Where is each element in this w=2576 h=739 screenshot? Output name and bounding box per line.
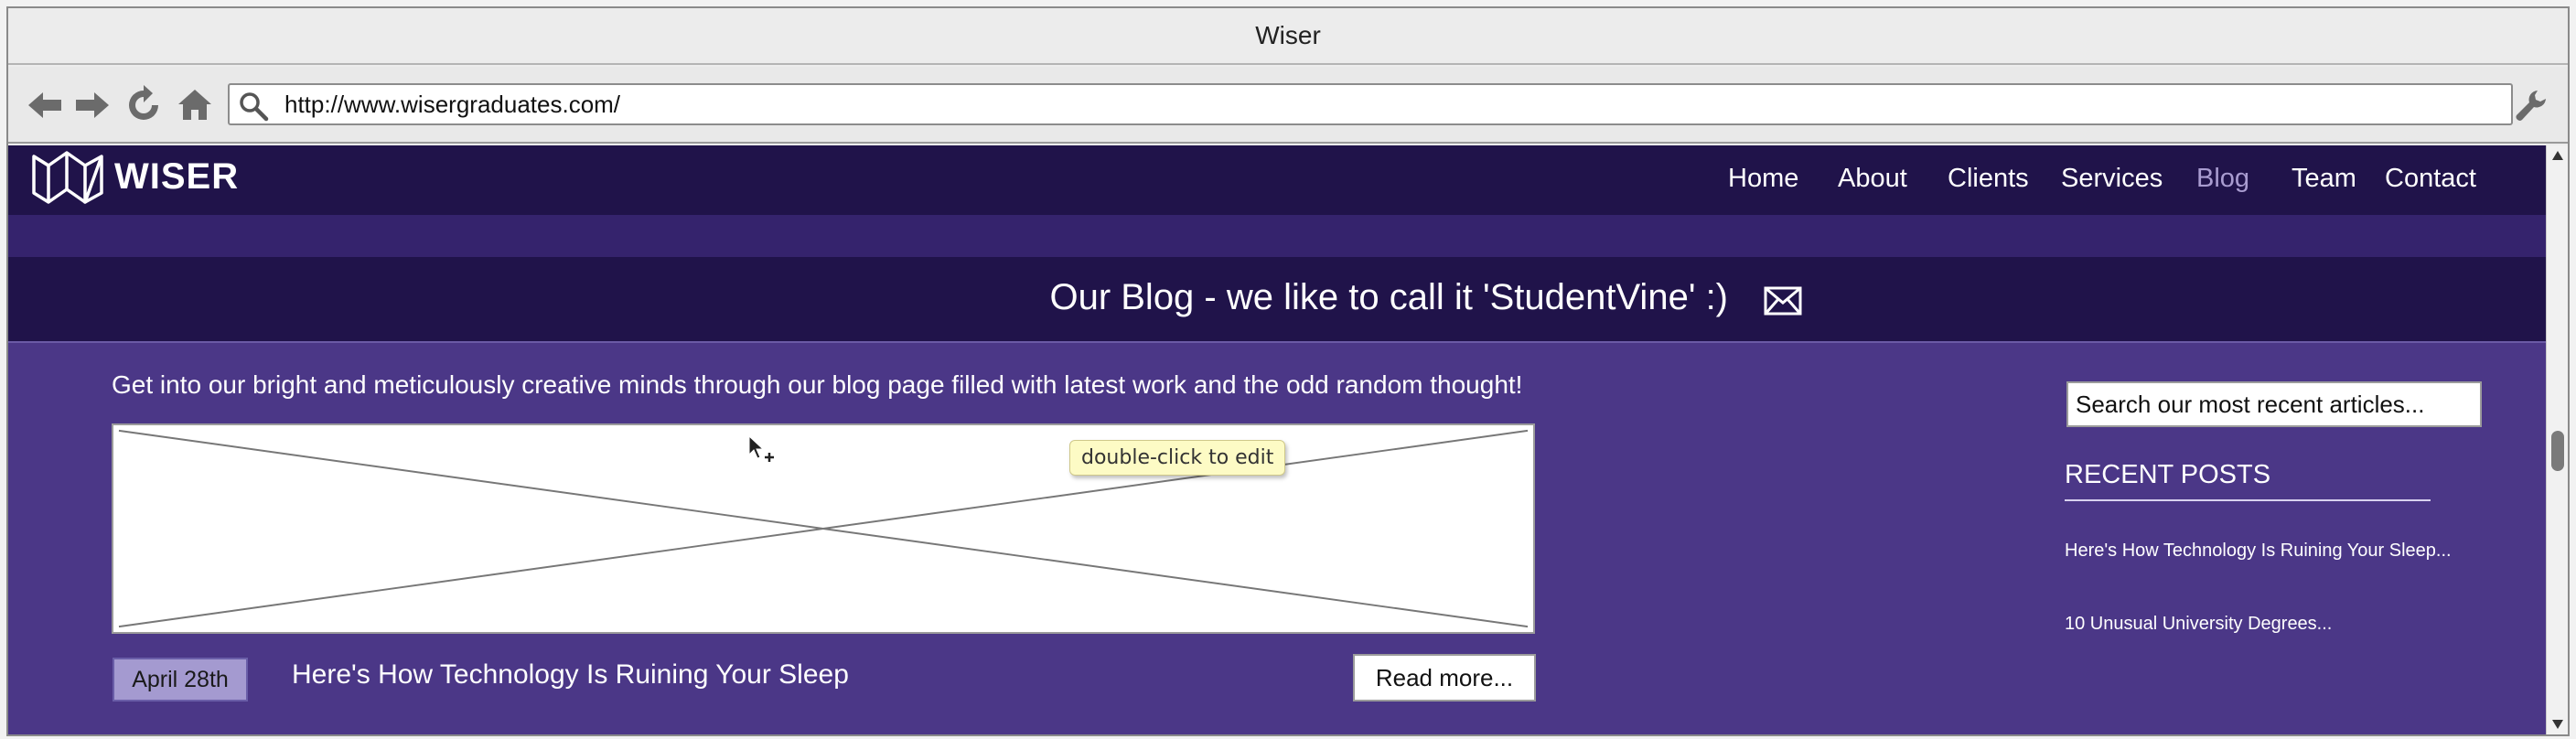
image-placeholder-cross [118,429,1529,628]
blog-title: Our Blog - we like to call it 'StudentVi… [1049,277,1728,317]
image-placeholder[interactable] [112,423,1535,634]
nav-services[interactable]: Services [2061,164,2163,194]
recent-post-link[interactable]: 10 Unusual University Degrees... [2065,614,2332,635]
site-header: WISER Home About Clients Services Blog T… [8,145,2548,215]
edit-tooltip: double-click to edit [1069,440,1286,476]
home-icon[interactable] [175,85,215,125]
read-more-button[interactable]: Read more... [1353,654,1536,702]
blog-title-bar: Our Blog - we like to call it 'StudentVi… [8,257,2548,343]
scrollbar-thumb[interactable] [2551,431,2564,471]
window-title: Wiser [1255,21,1321,49]
page-viewport: WISER Home About Clients Services Blog T… [8,145,2548,734]
mail-icon[interactable] [1763,283,1803,319]
nav-about[interactable]: About [1838,164,1907,194]
cursor-plus-icon [748,434,774,462]
recent-post-link[interactable]: Here's How Technology Is Ruining Your Sl… [2065,541,2452,562]
scroll-up-arrow-icon[interactable] [2550,149,2565,162]
header-band [8,215,2548,257]
address-bar[interactable] [228,83,2513,125]
wrench-icon[interactable] [2513,87,2549,123]
recent-posts-divider [2065,499,2431,501]
window-titlebar: Wiser [8,8,2568,65]
nav-home[interactable]: Home [1728,164,1798,194]
post-title[interactable]: Here's How Technology Is Ruining Your Sl… [292,659,849,691]
forward-arrow-icon[interactable] [72,85,113,125]
site-logo[interactable]: WISER [30,149,239,204]
recent-posts-heading: RECENT POSTS [2065,460,2271,489]
article-search-input[interactable] [2066,381,2482,427]
nav-team[interactable]: Team [2292,164,2356,194]
browser-window: Wiser http://www.wisergraduates.com/ WIS… [6,6,2570,736]
blog-intro: Get into our bright and meticulously cre… [112,370,1523,399]
browser-toolbar [8,67,2568,144]
back-arrow-icon[interactable] [25,85,65,125]
nav-clients[interactable]: Clients [1948,164,2029,194]
search-icon [240,92,269,122]
post-date-badge: April 28th [113,658,248,702]
scroll-down-arrow-icon[interactable] [2550,718,2565,731]
reload-icon[interactable] [123,85,164,125]
wiser-logo-icon [32,151,103,204]
logo-text: WISER [114,155,240,197]
url-input[interactable] [284,85,2498,123]
nav-contact[interactable]: Contact [2385,164,2476,194]
nav-blog[interactable]: Blog [2196,164,2249,194]
vertical-scrollbar[interactable] [2546,145,2568,734]
